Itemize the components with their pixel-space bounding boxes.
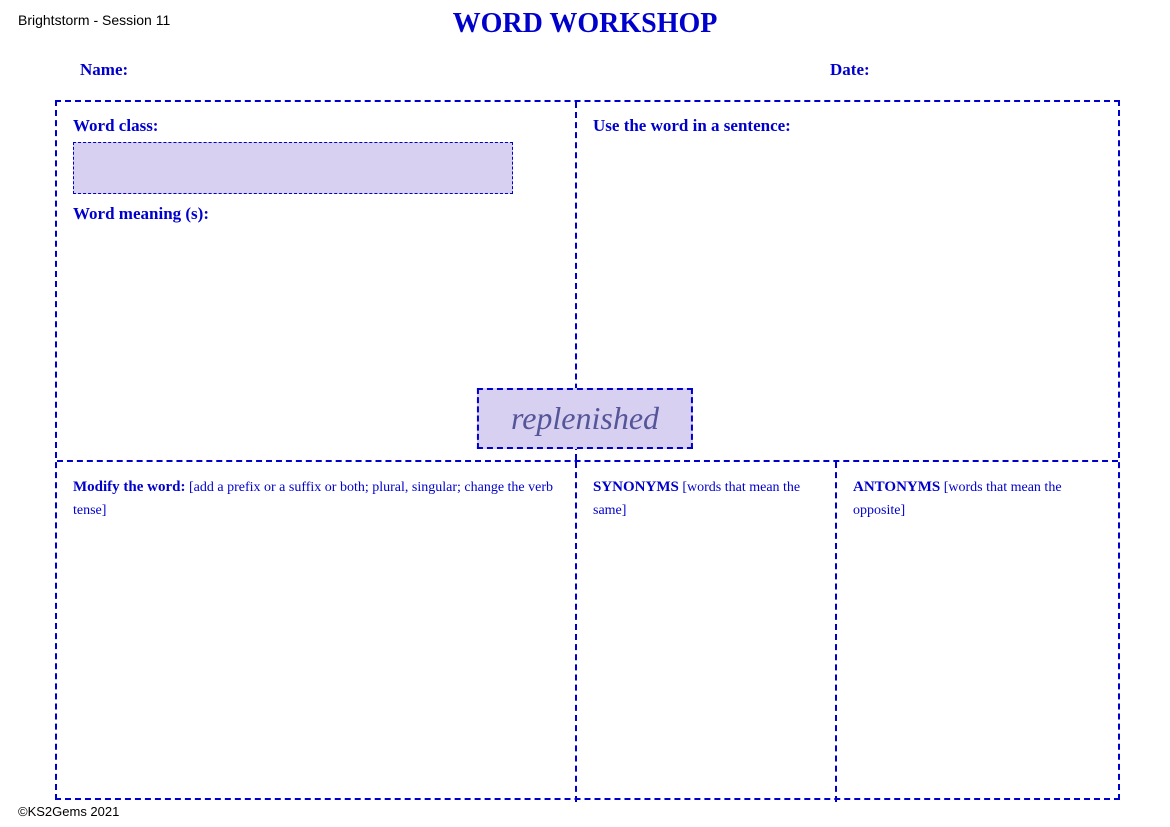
bottom-middle-panel: SYNONYMS [words that mean the same] (577, 462, 837, 802)
session-label: Brightstorm - Session 11 (18, 12, 170, 28)
synonyms-label: SYNONYMS [words that mean the same] (593, 476, 819, 521)
word-meaning-label: Word meaning (s): (73, 204, 559, 224)
date-label: Date: (830, 60, 870, 80)
main-container: Word class: Word meaning (s): Use the wo… (55, 100, 1120, 800)
antonyms-label: ANTONYMS [words that mean the opposite] (853, 476, 1102, 521)
bottom-left-panel: Modify the word: [add a prefix or a suff… (57, 462, 577, 802)
bottom-right-panel: ANTONYMS [words that mean the opposite] (837, 462, 1118, 802)
footer-copyright: ©KS2Gems 2021 (18, 804, 119, 819)
modify-label-bold: Modify the word: (73, 479, 186, 495)
modify-label: Modify the word: [add a prefix or a suff… (73, 476, 559, 521)
antonyms-bold: ANTONYMS (853, 479, 940, 495)
name-label: Name: (80, 60, 128, 80)
use-word-label: Use the word in a sentence: (593, 116, 1102, 136)
bottom-section: Modify the word: [add a prefix or a suff… (57, 462, 1118, 802)
word-class-label: Word class: (73, 116, 559, 136)
center-word: replenished (477, 388, 693, 449)
page-title: WORD WORKSHOP (453, 8, 718, 40)
center-word-container: replenished (477, 388, 693, 449)
word-class-input-box[interactable] (73, 142, 513, 194)
synonyms-bold: SYNONYMS (593, 479, 679, 495)
